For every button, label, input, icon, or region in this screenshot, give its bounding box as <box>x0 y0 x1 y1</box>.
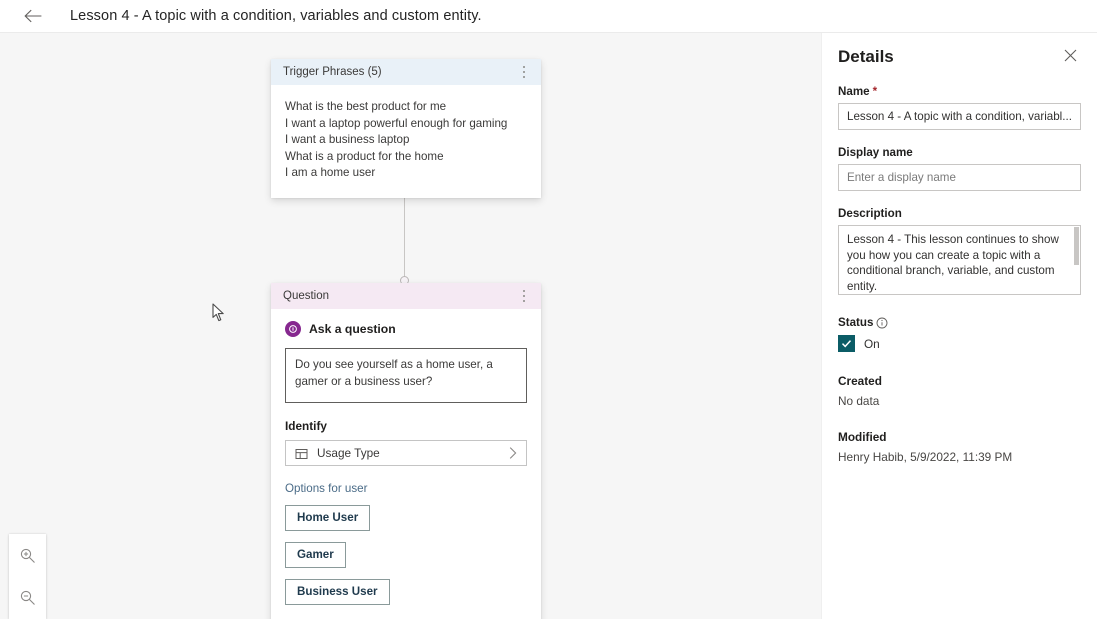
identify-label: Identify <box>285 419 327 433</box>
kebab-menu-icon[interactable] <box>513 285 535 307</box>
close-icon <box>1064 49 1077 67</box>
display-name-label-text: Display name <box>838 146 913 159</box>
modified-value: Henry Habib, 5/9/2022, 11:39 PM <box>838 450 1013 464</box>
top-bar: Lesson 4 - A topic with a condition, var… <box>0 0 1097 33</box>
app-root: Lesson 4 - A topic with a condition, var… <box>0 0 1097 619</box>
question-card-title: Question <box>283 290 330 302</box>
zoom-out-button[interactable] <box>9 576 46 618</box>
option-row: Business User <box>285 579 527 616</box>
back-button[interactable] <box>18 1 48 31</box>
zoom-in-button[interactable] <box>9 534 46 576</box>
description-scrollbar[interactable] <box>1074 227 1079 265</box>
list-item: What is a product for the home <box>285 149 444 163</box>
description-wrapper <box>838 225 1081 300</box>
display-name-label: Display name <box>838 146 1081 159</box>
entity-grid-icon <box>295 447 308 460</box>
name-label-text: Name <box>838 85 870 98</box>
options-for-user-label: Options for user <box>285 482 368 495</box>
required-marker: * <box>872 85 878 98</box>
option-row: Gamer <box>285 542 527 579</box>
created-label: Created <box>838 374 882 388</box>
flow-connector-line <box>404 194 405 289</box>
trigger-phrases-card[interactable]: Trigger Phrases (5) What is the best pro… <box>271 59 541 198</box>
name-label: Name * <box>838 85 1081 98</box>
node-type-row: Ask a question <box>285 321 527 337</box>
arrow-left-icon <box>24 9 42 23</box>
status-label: Status <box>838 316 1081 329</box>
status-toggle-row: On <box>838 335 1081 352</box>
details-title: Details <box>838 47 894 66</box>
description-label: Description <box>838 207 1081 220</box>
modified-label: Modified <box>838 430 887 444</box>
question-card-header: Question <box>271 283 541 309</box>
list-item: I want a laptop powerful enough for gami… <box>285 116 508 130</box>
info-icon[interactable] <box>876 317 888 329</box>
created-group: Created No data <box>838 374 1081 408</box>
kebab-menu-icon[interactable] <box>513 61 535 83</box>
option-button[interactable]: Gamer <box>285 542 346 568</box>
close-button[interactable] <box>1059 47 1081 69</box>
trigger-card-header: Trigger Phrases (5) <box>271 59 541 85</box>
ask-question-icon <box>285 321 301 337</box>
zoom-out-icon <box>19 589 36 606</box>
created-value: No data <box>838 394 880 408</box>
option-button[interactable]: Business User <box>285 579 390 605</box>
question-card-body: Ask a question Do you see yourself as a … <box>271 309 541 619</box>
description-label-text: Description <box>838 207 902 220</box>
details-header: Details <box>838 33 1081 69</box>
status-label-text: Status <box>838 316 874 329</box>
option-row: Home User <box>285 505 527 542</box>
display-name-field-group: Display name <box>838 146 1081 191</box>
trigger-phrase-list: What is the best product for me I want a… <box>271 85 541 198</box>
trigger-card-title: Trigger Phrases (5) <box>283 66 382 78</box>
zoom-controls <box>9 534 46 619</box>
list-item: What is the best product for me <box>285 100 447 113</box>
authoring-canvas[interactable]: Trigger Phrases (5) What is the best pro… <box>0 33 821 619</box>
description-field-group: Description <box>838 207 1081 300</box>
status-checkbox[interactable] <box>838 335 855 352</box>
name-field-group: Name * <box>838 85 1081 130</box>
details-panel: Details Name * Display name <box>821 33 1097 619</box>
question-text-input[interactable]: Do you see yourself as a home user, a ga… <box>285 348 527 403</box>
question-card[interactable]: Question Ask a question Do you see yours… <box>271 283 541 619</box>
node-type-label: Ask a question <box>309 322 396 336</box>
description-input[interactable] <box>838 225 1081 295</box>
list-item: I want a business laptop <box>285 133 410 147</box>
status-field-group: Status On <box>838 316 1081 352</box>
status-value: On <box>864 336 880 351</box>
entity-selector[interactable]: Usage Type <box>285 440 527 466</box>
display-name-input[interactable] <box>838 164 1081 191</box>
list-item: I am a home user <box>285 166 376 180</box>
name-input[interactable] <box>838 103 1081 130</box>
chevron-right-icon <box>508 446 518 460</box>
zoom-in-icon <box>19 547 36 564</box>
entity-name-label: Usage Type <box>317 446 380 460</box>
modified-group: Modified Henry Habib, 5/9/2022, 11:39 PM <box>838 430 1081 464</box>
option-button[interactable]: Home User <box>285 505 371 531</box>
mouse-cursor-icon <box>212 303 226 327</box>
page-title: Lesson 4 - A topic with a condition, var… <box>70 8 482 24</box>
